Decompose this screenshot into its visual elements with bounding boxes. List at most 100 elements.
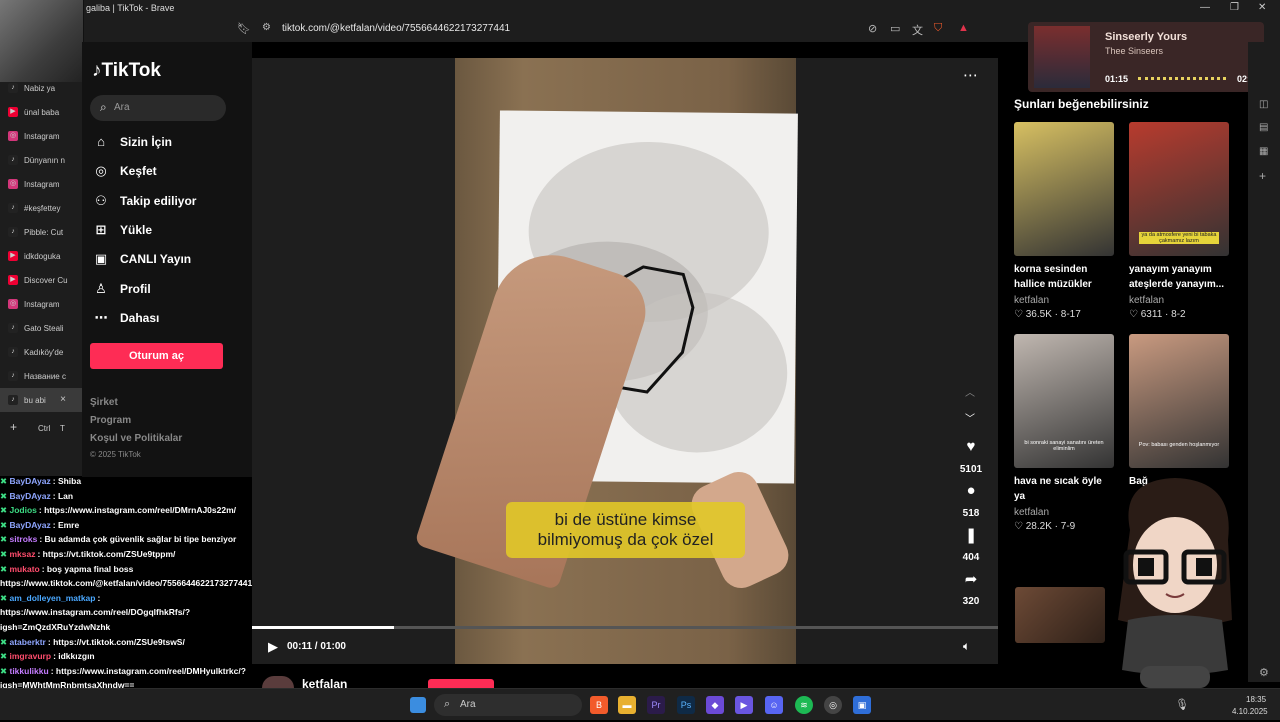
reading-list-icon[interactable]: ▤ [1259,122,1268,133]
share-button[interactable]: ➦ 320 [962,570,980,588]
previous-video-icon[interactable]: ︿ [965,384,975,399]
panel-icon[interactable]: ◫ [1259,99,1268,110]
tab[interactable]: ♪Gato Steali [0,316,82,340]
close-tab-icon[interactable]: × [60,394,66,405]
bookmark-icon[interactable]: 🔖︎ [237,22,251,35]
comment-button[interactable]: ● 518 [962,482,980,499]
url-field[interactable]: tiktok.com/@ketfalan/video/7556644622173… [282,23,510,34]
reader-off-icon[interactable]: ⊘ [868,22,877,35]
volume-icon[interactable]: 🔈︎ [963,639,970,654]
file-explorer-icon[interactable]: ▬ [618,696,636,714]
tiktok-icon: ♪ [8,347,18,357]
footer-link-terms[interactable]: Koşul ve Politikalar [90,433,182,444]
brave-shield-icon[interactable]: ⛉ [934,22,942,35]
nav-label: CANLI Yayın [120,252,191,266]
chat-message: ✖ sitroks: Bu adamda çok güvenlik sağlar… [0,532,268,547]
footer-link-company[interactable]: Şirket [90,397,118,408]
next-video-icon[interactable]: ﹀ [965,410,975,425]
add-panel-icon[interactable]: + [1259,169,1266,183]
suggestion-thumbnail: ya da atmosfere yeni bi tabaka çakmamız … [1129,122,1229,256]
brave-rewards-icon[interactable]: ▲ [958,22,969,34]
suggestion-likes: 28.2K [1026,521,1052,532]
tab-label: idkdoguka [24,252,60,261]
suggestion-thumbnail: bi sonraki sanayi sanatını üreten elimin… [1014,334,1114,468]
settings-icon[interactable]: ⚙︎ [1259,666,1269,679]
chat-text: : Bu adamda çok güvenlik sağlar bi tipe … [39,534,236,544]
app-icon[interactable]: ◎ [824,696,842,714]
tiktok-note-icon: ♪ [92,60,102,81]
tab[interactable]: ♪Pibble: Cut [0,220,82,244]
app-icon[interactable]: ▣ [853,696,871,714]
track-progress[interactable] [1138,77,1226,80]
thumbnail-caption: Pov: babası genden hoşlanmıyor [1135,442,1223,448]
chat-username: BayDAyaz [9,491,50,501]
new-tab-button[interactable]: +CtrlT [0,416,82,440]
tab[interactable]: ▶ idkdoguka [0,244,82,268]
chat-username: sitroks [9,534,37,544]
tab-label: #keşfettey [24,204,60,213]
search-input[interactable]: ⌕ Ara [90,95,226,121]
heart-outline-icon: ♡ [1129,309,1138,320]
chat-username: BayDAyaz [9,520,50,530]
tab[interactable]: ◎Instagram [0,124,82,148]
tab[interactable]: ♪Dünyanın n [0,148,82,172]
search-icon: ⌕ [444,698,450,711]
media-control-popup[interactable]: Sinseerly Yours Thee Sinseers 01:15 02:5… [1028,22,1264,92]
suggestion-card-1[interactable]: korna sesinden hallice müzükler ketfalan… [1014,122,1114,320]
like-count: 5101 [956,464,986,475]
window-title: galiba | TikTok - Brave [86,3,174,13]
tab[interactable]: ◎Instagram [0,172,82,196]
start-icon[interactable] [410,697,426,713]
suggestion-author: ketfalan [1014,507,1114,518]
photoshop-icon[interactable]: Ps [677,696,695,714]
premiere-icon[interactable]: Pr [647,696,665,714]
close-window-button[interactable]: ✕ [1258,2,1266,13]
tab[interactable]: ▶Discover Cu [0,268,82,292]
follow-button[interactable] [428,679,494,688]
site-info-icon[interactable]: ⚙︎ [262,22,271,33]
like-button[interactable]: ♥ 5101 [962,438,980,455]
translate-icon[interactable]: 文 [912,22,923,38]
play-icon[interactable]: ▶ [268,639,278,655]
taskbar-search[interactable]: ⌕ Ara [434,694,582,716]
chat-message: ✖ am_dolleyen_matkap: [0,591,268,606]
suggestion-card-5-thumbnail[interactable] [1015,587,1105,643]
shortcut-key: T [60,424,65,433]
app-icon[interactable]: ▶ [735,696,753,714]
chat-username: mksaz [9,549,35,559]
suggestion-card-3[interactable]: bi sonraki sanayi sanatını üreten elimin… [1014,334,1114,532]
tab[interactable]: ♪Kadıköy'de [0,340,82,364]
grid-icon[interactable]: ▦ [1259,146,1268,157]
nav-label: Profil [120,282,151,296]
brave-app-icon[interactable]: B [590,696,608,714]
minimize-button[interactable]: — [1200,2,1210,13]
vertical-tab-strip: ♪Nabiz ya▶ünal baba◎Instagram♪Dünyanın n… [0,76,82,476]
spotify-icon[interactable]: ≋ [795,696,813,714]
tab[interactable]: ♪bu abi× [0,388,82,412]
microphone-icon[interactable]: 🎙︎ [1175,698,1189,711]
cast-icon[interactable]: ▭ [890,22,900,35]
thumbnail-caption: ya da atmosfere yeni bi tabaka çakmamız … [1139,232,1219,244]
discord-icon[interactable]: ☺ [765,696,783,714]
clock-time: 18:35 [1246,695,1266,704]
save-button[interactable]: ❚ 404 [962,526,980,544]
tiktok-logo[interactable]: ♪TikTok [92,60,161,82]
tab[interactable]: ◎Instagram [0,292,82,316]
obsidian-icon[interactable]: ◆ [706,696,724,714]
suggestion-thumbnail: Pov: babası genden hoşlanmıyor [1129,334,1229,468]
tab[interactable]: ♪#keşfettey [0,196,82,220]
more-options-icon[interactable]: ⋯ [963,66,978,84]
chat-username: am_dolleyen_matkap [9,593,95,603]
suggestion-card-4[interactable]: Pov: babası genden hoşlanmıyor Bağ [1129,334,1229,489]
youtube-icon: ▶ [8,251,18,261]
bookmark-icon: ❚ [962,526,980,544]
login-button[interactable]: Oturum aç [90,343,223,369]
video-progress-bar[interactable] [252,626,998,629]
chat-text: : https://www.instagram.com/reel/DMrnAJ0… [39,505,236,515]
suggestion-card-2[interactable]: ya da atmosfere yeni bi tabaka çakmamız … [1129,122,1229,320]
tab[interactable]: ♪Название с [0,364,82,388]
tab[interactable]: ▶ünal baba [0,100,82,124]
footer-link-program[interactable]: Program [90,415,131,426]
maximize-button[interactable]: ❐ [1230,2,1239,13]
share-icon: ➦ [962,570,980,588]
